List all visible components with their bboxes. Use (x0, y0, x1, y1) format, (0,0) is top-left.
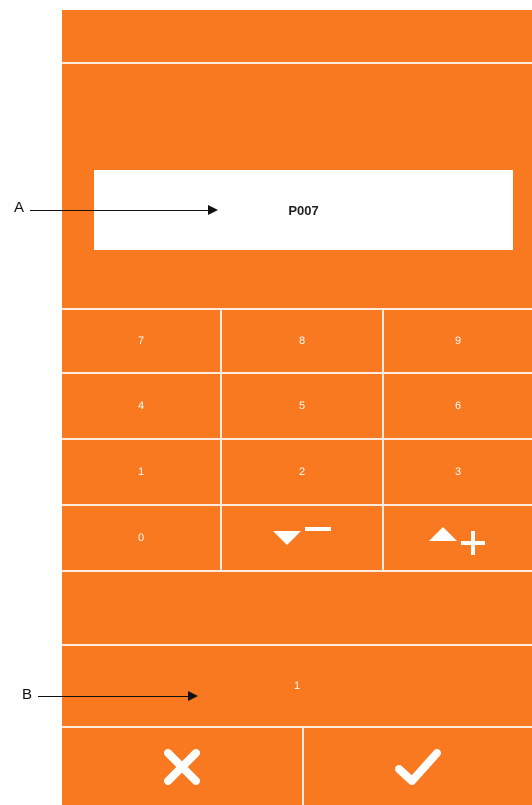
key-0-label: 0 (137, 532, 145, 544)
callout-a-arrowhead (208, 205, 218, 215)
key-8[interactable]: 8 (222, 308, 384, 374)
numeric-keypad: 7 8 9 4 5 6 1 2 3 0 (62, 308, 532, 572)
key-6[interactable]: 6 (384, 374, 532, 440)
key-3[interactable]: 3 (384, 440, 532, 506)
callout-a-line (30, 210, 210, 211)
screen: P007 7 8 9 4 5 6 1 2 3 0 1 A B (0, 0, 532, 805)
key-1-label: 1 (137, 466, 145, 478)
cancel-button[interactable] (62, 728, 304, 805)
key-5-label: 5 (298, 400, 306, 412)
key-4-label: 4 (137, 400, 145, 412)
action-bar (62, 728, 532, 805)
program-display-value: P007 (288, 202, 319, 218)
key-8-label: 8 (298, 335, 306, 347)
close-icon (162, 747, 202, 787)
key-7-label: 7 (137, 335, 145, 347)
callout-b-line (38, 696, 190, 697)
header-divider (62, 62, 532, 64)
key-2-label: 2 (298, 466, 306, 478)
value-field[interactable]: 1 (62, 646, 532, 726)
confirm-button[interactable] (304, 728, 532, 805)
callout-b-arrowhead (188, 691, 198, 701)
key-6-label: 6 (454, 400, 462, 412)
callout-a-label: A (14, 199, 25, 216)
key-5[interactable]: 5 (222, 374, 384, 440)
triangle-up-plus-icon (423, 521, 493, 555)
key-2[interactable]: 2 (222, 440, 384, 506)
decrement-button[interactable] (222, 506, 384, 572)
key-4[interactable]: 4 (62, 374, 222, 440)
key-0[interactable]: 0 (62, 506, 222, 572)
callout-b-label: B (22, 686, 33, 703)
key-9[interactable]: 9 (384, 308, 532, 374)
key-7[interactable]: 7 (62, 308, 222, 374)
key-9-label: 9 (454, 335, 462, 347)
value-field-text: 1 (293, 680, 301, 692)
key-3-label: 3 (454, 466, 462, 478)
triangle-down-minus-icon (267, 523, 337, 553)
increment-button[interactable] (384, 506, 532, 572)
key-1[interactable]: 1 (62, 440, 222, 506)
checkmark-icon (394, 747, 442, 787)
